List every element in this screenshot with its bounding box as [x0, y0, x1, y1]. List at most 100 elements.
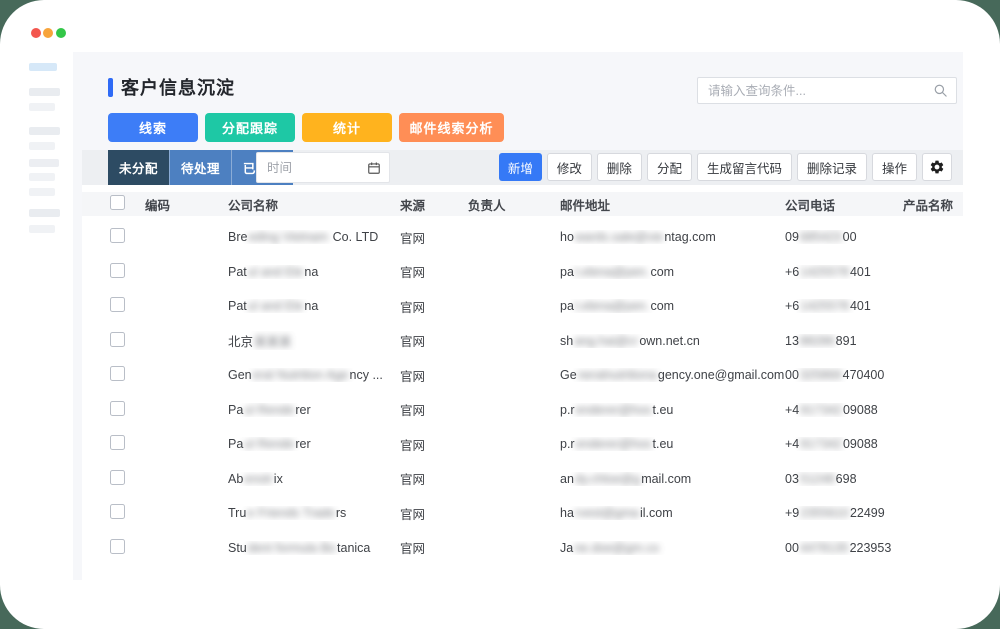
cell-email: howards.sale@vientag.com — [560, 230, 785, 244]
nav-button-stats[interactable]: 统计 — [302, 113, 392, 142]
cell-phone: 0968542300 — [785, 230, 903, 244]
add-button[interactable]: 新增 — [499, 153, 542, 181]
nav-button-assign-track[interactable]: 分配跟踪 — [205, 113, 295, 142]
cell-phone: +491734209088 — [785, 437, 903, 451]
cell-email: pat.elena@pen.com — [560, 265, 785, 279]
cell-phone: +61425578401 — [785, 265, 903, 279]
column-header-source: 来源 — [400, 195, 468, 214]
cell-email: shang.hai@crown.net.cn — [560, 334, 785, 348]
column-header-code: 编码 — [145, 195, 228, 214]
table-row: Paul Renderer 官网 p.renderer@host.eu +491… — [82, 427, 935, 462]
table-row: Student formula Botanica 官网 Jane.doe@gm.… — [82, 531, 935, 566]
table-row: Patul and Elena 官网 pat.elena@pen.com +61… — [82, 289, 935, 324]
row-checkbox[interactable] — [110, 366, 125, 381]
cell-company: General Nutrition Agency ... — [228, 368, 400, 382]
row-checkbox[interactable] — [110, 332, 125, 347]
table-row: 北京某某某 官网 shang.hai@crown.net.cn 13882868… — [82, 324, 935, 359]
row-checkbox[interactable] — [110, 504, 125, 519]
sidebar-skeleton-bar — [29, 173, 55, 181]
row-checkbox[interactable] — [110, 539, 125, 554]
cell-source: 官网 — [400, 435, 468, 454]
search-input[interactable] — [698, 78, 956, 103]
cell-company: True Friends Traders — [228, 506, 400, 520]
search-icon[interactable] — [933, 83, 948, 98]
cell-source: 官网 — [400, 538, 468, 557]
date-filter — [256, 152, 390, 183]
main-panel: 客户信息沉淀 线索 分配跟踪 统计 邮件线索分析 未分配 待处理 已处理 — [73, 52, 963, 580]
column-header-email: 邮件地址 — [560, 195, 785, 214]
cell-email: p.renderer@host.eu — [560, 403, 785, 417]
nav-button-leads[interactable]: 线索 — [108, 113, 198, 142]
cell-source: 官网 — [400, 297, 468, 316]
sidebar-skeleton-bar — [29, 88, 60, 96]
tab-unassigned[interactable]: 未分配 — [108, 150, 169, 185]
sidebar-skeleton-bar — [29, 142, 55, 150]
cell-source: 官网 — [400, 331, 468, 350]
cell-phone: 004478135223953 — [785, 541, 903, 555]
sidebar-skeleton-bar — [29, 63, 57, 71]
cell-email: Generalnutritionagency.one@gmail.com — [560, 368, 785, 382]
cell-company: Paul Renderer — [228, 437, 400, 451]
cell-phone: 00325869470400 — [785, 368, 903, 382]
nav-button-row: 线索 分配跟踪 统计 邮件线索分析 — [108, 113, 504, 142]
cell-source: 官网 — [400, 366, 468, 385]
edit-button[interactable]: 修改 — [547, 153, 592, 181]
cell-email: Jane.doe@gm.co — [560, 541, 785, 555]
sidebar-skeleton-bar — [29, 103, 55, 111]
generate-message-code-button[interactable]: 生成留言代码 — [697, 153, 792, 181]
cell-source: 官网 — [400, 228, 468, 247]
row-checkbox[interactable] — [110, 297, 125, 312]
cell-phone: +61425578401 — [785, 299, 903, 313]
cell-email: harvest@gmail.com — [560, 506, 785, 520]
table-header: 编码 公司名称 来源 负责人 邮件地址 公司电话 产品名称 — [82, 192, 963, 216]
cell-phone: 0351248698 — [785, 472, 903, 486]
tab-pending[interactable]: 待处理 — [169, 150, 231, 185]
table-row: Paul Renderer 官网 p.renderer@host.eu +491… — [82, 393, 935, 428]
table-row: General Nutrition Agency ... 官网 Generaln… — [82, 358, 935, 393]
search-box — [697, 77, 957, 104]
row-checkbox[interactable] — [110, 435, 125, 450]
cell-company: Patul and Elena — [228, 265, 400, 279]
cell-email: pat.elena@pen.com — [560, 299, 785, 313]
cell-phone: +491734209088 — [785, 403, 903, 417]
row-checkbox[interactable] — [110, 263, 125, 278]
cell-source: 官网 — [400, 469, 468, 488]
cell-email: p.renderer@host.eu — [560, 437, 785, 451]
cell-source: 官网 — [400, 400, 468, 419]
row-checkbox[interactable] — [110, 401, 125, 416]
cell-phone: 1388286891 — [785, 334, 903, 348]
select-all-checkbox[interactable] — [110, 195, 125, 210]
action-button-row: 新增 修改 删除 分配 生成留言代码 删除记录 操作 — [499, 153, 952, 181]
table-body: Breeding Vietnam Co. LTD 官网 howards.sale… — [82, 220, 935, 565]
page-backdrop: 客户信息沉淀 线索 分配跟踪 统计 邮件线索分析 未分配 待处理 已处理 — [0, 0, 1000, 629]
page-title: 客户信息沉淀 — [121, 74, 235, 100]
assign-button[interactable]: 分配 — [647, 153, 692, 181]
table-row: True Friends Traders 官网 harvest@gmail.co… — [82, 496, 935, 531]
column-header-company: 公司名称 — [228, 195, 400, 214]
cell-company: Patul and Elena — [228, 299, 400, 313]
calendar-icon[interactable] — [367, 161, 381, 175]
table-row: Abenotrix 官网 andy.chloe@gmail.com 035124… — [82, 462, 935, 497]
nav-button-email-lead-analysis[interactable]: 邮件线索分析 — [399, 113, 504, 142]
settings-button[interactable] — [922, 153, 952, 181]
operate-button[interactable]: 操作 — [872, 153, 917, 181]
delete-records-button[interactable]: 删除记录 — [797, 153, 867, 181]
cell-source: 官网 — [400, 504, 468, 523]
row-checkbox[interactable] — [110, 228, 125, 243]
cell-company: 北京某某某 — [228, 331, 400, 350]
app-window: 客户信息沉淀 线索 分配跟踪 统计 邮件线索分析 未分配 待处理 已处理 — [0, 0, 1000, 629]
sidebar-skeleton-bar — [29, 159, 59, 167]
title-accent-bar — [108, 78, 113, 97]
row-checkbox[interactable] — [110, 470, 125, 485]
column-header-owner: 负责人 — [468, 195, 560, 214]
sidebar-skeleton-bar — [29, 188, 55, 196]
sidebar-skeleton-bar — [29, 209, 60, 217]
delete-button[interactable]: 删除 — [597, 153, 642, 181]
column-header-product: 产品名称 — [903, 195, 963, 214]
cell-company: Student formula Botanica — [228, 541, 400, 555]
column-header-phone: 公司电话 — [785, 195, 903, 214]
cell-email: andy.chloe@gmail.com — [560, 472, 785, 486]
cell-company: Abenotrix — [228, 472, 400, 486]
cell-company: Paul Renderer — [228, 403, 400, 417]
sidebar-skeleton-bar — [29, 127, 60, 135]
